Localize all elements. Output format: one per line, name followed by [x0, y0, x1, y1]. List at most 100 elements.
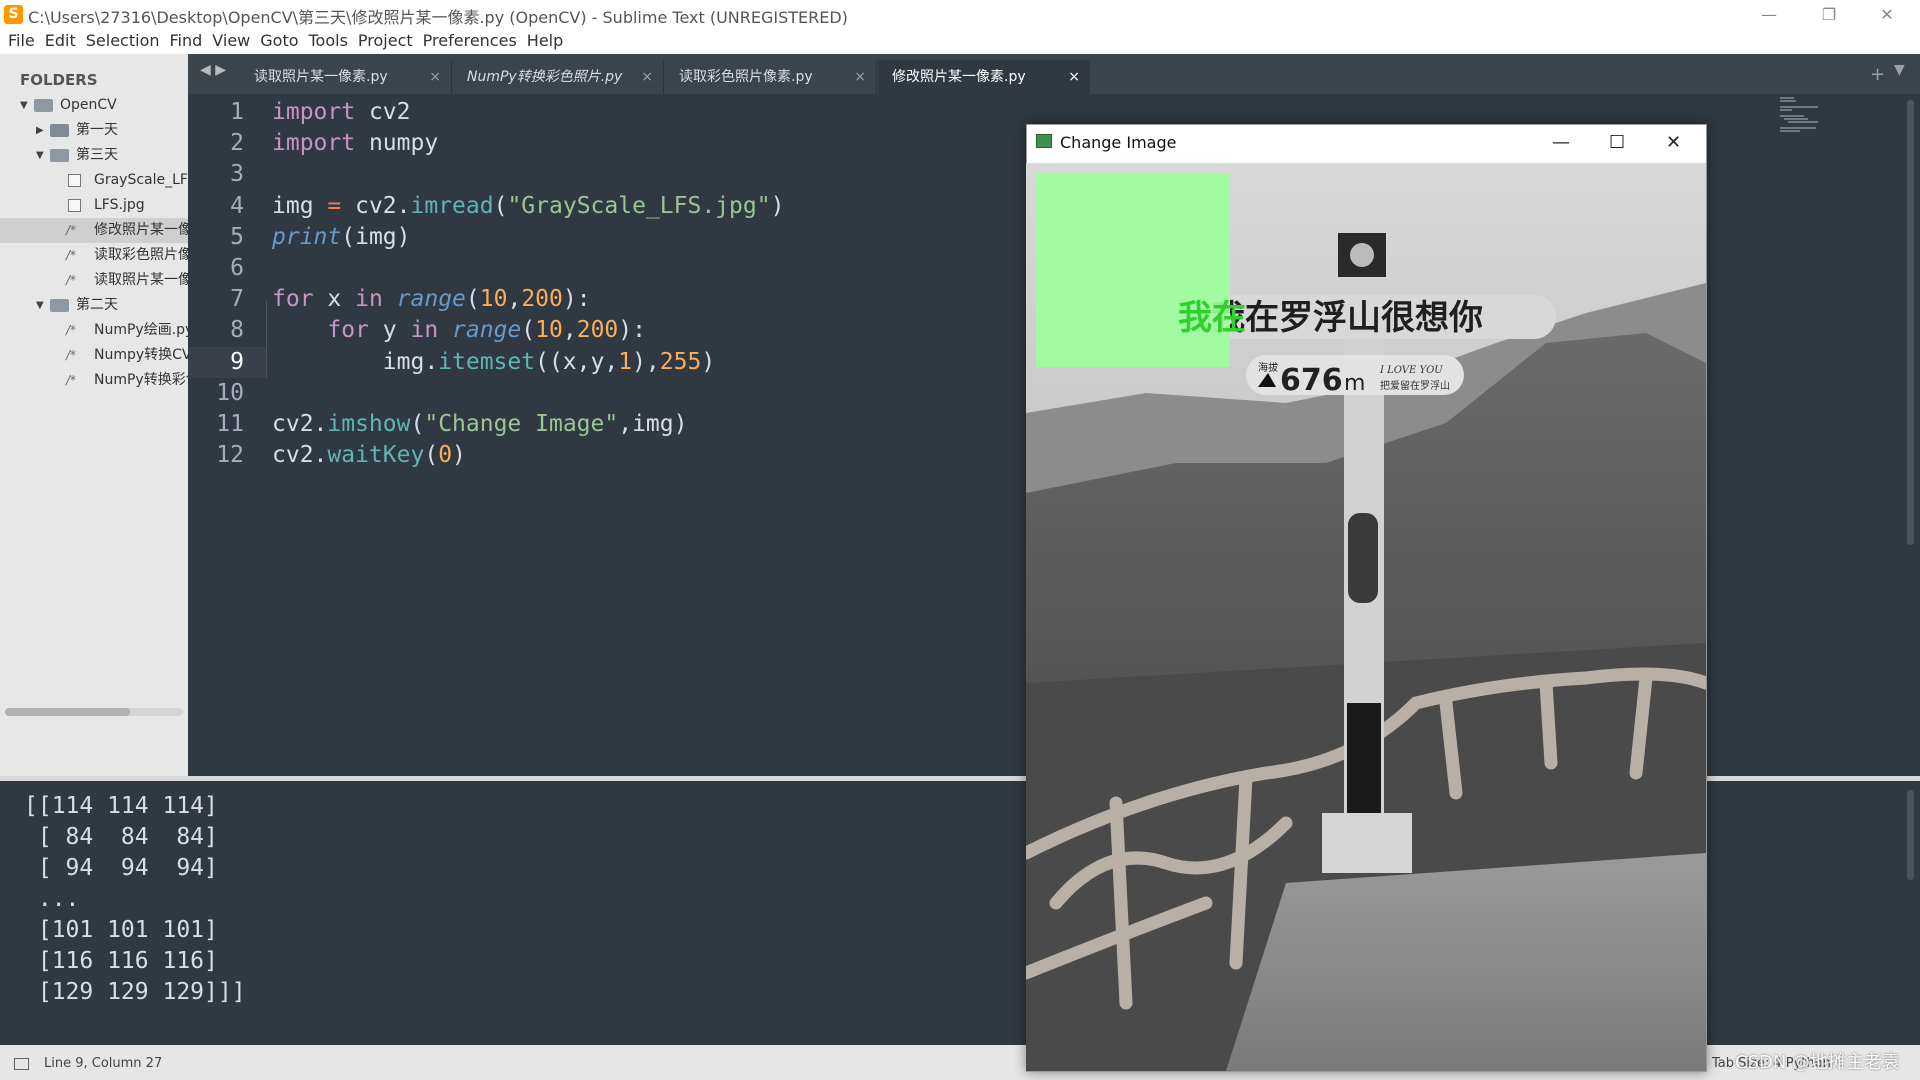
image-window-close-button[interactable]: ✕ — [1666, 132, 1681, 153]
sidebar-item[interactable]: ▼ 第二天 — [0, 293, 188, 318]
tab-close-icon[interactable]: × — [641, 60, 653, 94]
menu-view[interactable]: View — [210, 29, 258, 54]
folder-icon — [34, 99, 53, 112]
output-line: [116 116 116] — [24, 948, 218, 974]
sidebar-item-label: 读取彩色照片像素.py — [94, 247, 188, 263]
line-number: 12 — [216, 442, 244, 468]
code-token: print — [272, 224, 342, 250]
code-token: "GrayScale_LFS.jpg" — [507, 193, 771, 219]
tab-label: 修改照片某一像素.py — [892, 69, 1026, 85]
output-line: [[114 114 114] — [24, 793, 218, 819]
sidebar: FOLDERS ▼ OpenCV ▶ 第一天 ▼ 第三天 GrayScale_LFS.jpg… — [0, 54, 188, 776]
code-line: cv2.waitKey(0) — [272, 442, 466, 468]
code-token: imshow — [327, 411, 411, 437]
folder-icon — [50, 299, 69, 312]
code-line: print(img) — [272, 224, 411, 250]
close-button[interactable]: ✕ — [1864, 0, 1910, 29]
expanded-arrow-icon[interactable]: ▼ — [20, 93, 30, 118]
image-window-maximize-button[interactable]: ☐ — [1609, 132, 1625, 153]
image-file-icon — [68, 199, 81, 212]
sidebar-item[interactable]: ▼ 第三天 — [0, 143, 188, 168]
menu-project[interactable]: Project — [356, 29, 421, 54]
sidebar-item-label: 第三天 — [76, 147, 118, 163]
tab-label: NumPy转换彩色照片.py — [467, 69, 623, 85]
code-token: for — [272, 286, 314, 312]
expanded-arrow-icon[interactable]: ▼ — [36, 143, 46, 168]
sidebar-item[interactable]: GrayScale_LFS.jpg — [0, 168, 188, 193]
menu-bar: File Edit Selection Find View Goto Tools Projec… — [0, 29, 1920, 54]
minimize-button[interactable]: — — [1746, 0, 1792, 29]
menu-find[interactable]: Find — [168, 29, 211, 54]
code-token: cv2. — [272, 442, 328, 468]
code-line: img = cv2.imread("GrayScale_LFS.jpg") — [272, 193, 784, 219]
show-panel-icon[interactable] — [14, 1058, 29, 1070]
line-number: 4 — [230, 193, 244, 219]
tab-close-icon[interactable]: × — [1068, 60, 1080, 94]
tab-close-icon[interactable]: × — [429, 60, 441, 94]
tab-label: 读取彩色照片像素.py — [679, 69, 813, 85]
menu-selection[interactable]: Selection — [84, 29, 168, 54]
sidebar-item-label: OpenCV — [60, 97, 117, 113]
line-number: 1 — [230, 99, 244, 125]
editor-scrollbar[interactable] — [1907, 100, 1914, 545]
image-window-minimize-button[interactable]: — — [1552, 132, 1570, 153]
new-tab-plus-icon[interactable]: + — [1870, 64, 1885, 85]
code-file-icon: /* — [66, 323, 77, 337]
sidebar-item[interactable]: ▼ OpenCV — [0, 93, 188, 118]
menu-goto[interactable]: Goto — [258, 29, 306, 54]
tab-3[interactable]: 修改照片某一像素.py × — [878, 60, 1090, 94]
tab-0[interactable]: 读取照片某一像素.py × — [240, 60, 452, 94]
restore-button[interactable]: ❐ — [1806, 0, 1852, 29]
menu-tools[interactable]: Tools — [307, 29, 356, 54]
output-scrollbar[interactable] — [1907, 790, 1914, 880]
sidebar-item[interactable]: /* 读取彩色照片像素.py — [0, 243, 188, 268]
code-token: ) — [452, 442, 466, 468]
menu-help[interactable]: Help — [525, 29, 571, 54]
code-token: 200 — [576, 317, 619, 343]
sidebar-item-label: 第一天 — [76, 122, 118, 138]
sidebar-item[interactable]: /* 修改照片某一像素.py — [0, 218, 188, 243]
menu-preferences[interactable]: Preferences — [421, 29, 525, 54]
code-token: ( — [521, 317, 536, 343]
code-token: ( — [465, 286, 480, 312]
minimap[interactable] — [1778, 95, 1830, 135]
output-line: ... — [24, 886, 80, 912]
sidebar-item[interactable]: /* NumPy转换彩色照片.py — [0, 368, 188, 393]
menu-file[interactable]: File — [6, 29, 43, 54]
expanded-arrow-icon[interactable]: ▼ — [36, 293, 46, 318]
sidebar-item[interactable]: /* Numpy转换CV.py — [0, 343, 188, 368]
sign-altitude-unit: m — [1344, 371, 1365, 396]
collapsed-arrow-icon[interactable]: ▶ — [36, 118, 46, 143]
sidebar-item-label: Numpy转换CV.py — [94, 347, 188, 363]
code-token: cv2. — [272, 411, 328, 437]
code-line: import numpy — [272, 130, 438, 156]
code-token: "Change Image" — [424, 411, 619, 437]
menu-edit[interactable]: Edit — [43, 29, 84, 54]
code-token: (img) — [341, 224, 411, 250]
csdn-watermark: CSDN @地摊主老袁 — [1735, 1052, 1901, 1073]
indent-guide — [266, 300, 267, 378]
code-token: x — [313, 286, 356, 312]
sidebar-item[interactable]: ▶ 第一天 — [0, 118, 188, 143]
code-token: imread — [410, 193, 494, 219]
tab-1[interactable]: NumPy转换彩色照片.py × — [453, 60, 664, 94]
line-number: 3 — [230, 161, 244, 187]
output-line: [129 129 129]]] — [24, 979, 246, 1005]
code-line: cv2.imshow("Change Image",img) — [272, 411, 687, 437]
displayed-photo: 我在罗浮山很想你 海拔 676 m I LOVE YOU 把爱留在罗浮山 我在 — [1026, 163, 1706, 1071]
sidebar-scrollbar-thumb[interactable] — [5, 708, 130, 716]
sign-small-text: 把爱留在罗浮山 — [1380, 379, 1450, 392]
tab-list-dropdown-icon[interactable]: ▼ — [1894, 62, 1905, 78]
code-line: img.itemset((x,y,1),255) — [272, 349, 715, 375]
code-token: , — [507, 286, 522, 312]
code-token: y — [368, 317, 411, 343]
sidebar-item[interactable]: /* 读取照片某一像素.py — [0, 268, 188, 293]
line-number: 9 — [230, 349, 244, 375]
tab-2[interactable]: 读取彩色照片像素.py × — [665, 60, 877, 94]
sidebar-item[interactable]: LFS.jpg — [0, 193, 188, 218]
tab-close-icon[interactable]: × — [854, 60, 866, 94]
tab-navigation-arrows-icon[interactable]: ◀ ▶ — [200, 62, 226, 78]
sidebar-item[interactable]: /* NumPy绘画.py — [0, 318, 188, 343]
output-line: [ 84 84 84] — [24, 824, 218, 850]
